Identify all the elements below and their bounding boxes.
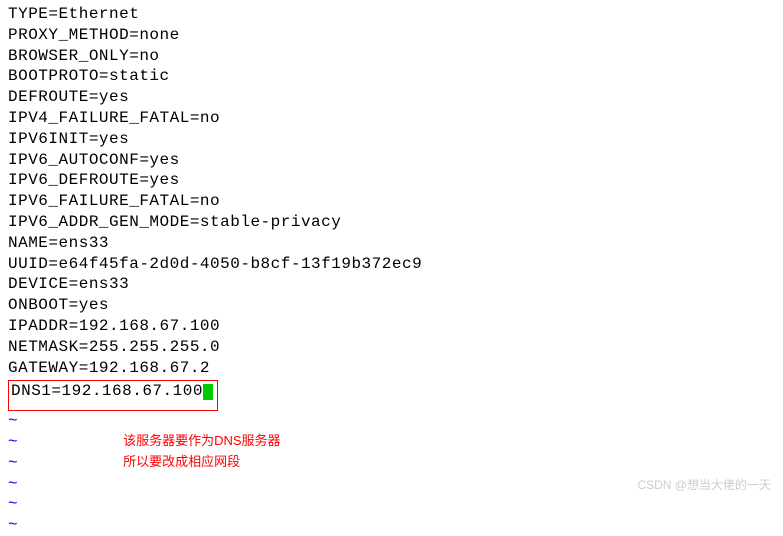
config-line: NAME=ens33: [8, 233, 775, 254]
config-line: ONBOOT=yes: [8, 295, 775, 316]
config-line: UUID=e64f45fa-2d0d-4050-b8cf-13f19b372ec…: [8, 254, 775, 275]
config-line: IPV6_FAILURE_FATAL=no: [8, 191, 775, 212]
watermark-text: CSDN @想当大佬的一天: [637, 478, 771, 494]
tilde-marker: ~: [8, 411, 775, 432]
config-line: BROWSER_ONLY=no: [8, 46, 775, 67]
config-line: DEFROUTE=yes: [8, 87, 775, 108]
tilde-marker: ~: [8, 453, 18, 474]
config-line: IPV6_ADDR_GEN_MODE=stable-privacy: [8, 212, 775, 233]
cursor-icon: [203, 384, 213, 400]
config-line: IPV6_AUTOCONF=yes: [8, 150, 775, 171]
config-line: IPV6INIT=yes: [8, 129, 775, 150]
dns-text: DNS1=192.168.67.100: [11, 382, 203, 400]
config-line: IPADDR=192.168.67.100: [8, 316, 775, 337]
config-line: GATEWAY=192.168.67.2: [8, 358, 775, 379]
config-line: TYPE=Ethernet: [8, 4, 775, 25]
tilde-marker: ~: [8, 515, 775, 536]
annotation-text: 所以要改成相应网段: [123, 453, 240, 471]
config-line: PROXY_METHOD=none: [8, 25, 775, 46]
tilde-marker: ~: [8, 432, 18, 453]
annotation-text: 该服务器要作为DNS服务器: [123, 432, 280, 450]
terminal-content: TYPE=Ethernet PROXY_METHOD=none BROWSER_…: [8, 4, 775, 536]
highlighted-dns-line: DNS1=192.168.67.100: [8, 380, 218, 411]
config-line: NETMASK=255.255.255.0: [8, 337, 775, 358]
config-line: DEVICE=ens33: [8, 274, 775, 295]
config-line: IPV4_FAILURE_FATAL=no: [8, 108, 775, 129]
config-line: IPV6_DEFROUTE=yes: [8, 170, 775, 191]
config-line: BOOTPROTO=static: [8, 66, 775, 87]
tilde-marker: ~: [8, 494, 775, 515]
